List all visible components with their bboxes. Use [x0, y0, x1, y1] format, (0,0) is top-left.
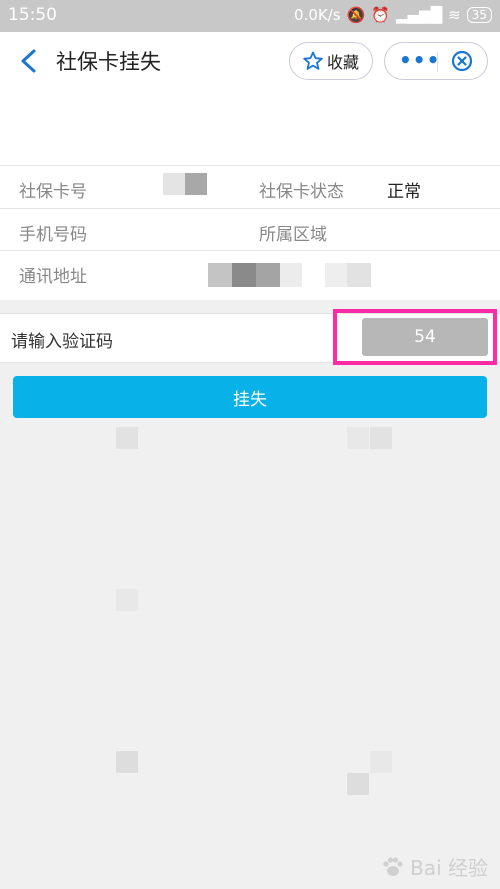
highlight-box: [333, 309, 497, 365]
card-status-value: 正常: [387, 182, 421, 202]
masked-block: [370, 751, 392, 773]
phone-label: 手机号码: [19, 225, 87, 245]
favorite-label: 收藏: [326, 53, 359, 72]
net-speed: 0.0K/s: [294, 6, 341, 24]
address-label: 通讯地址: [19, 267, 87, 287]
verification-input[interactable]: 请输入验证码: [11, 327, 113, 352]
status-indicators: 0.0K/s 🔕 ⏰ ▂▄▆█ ≋ 35: [294, 6, 492, 24]
masked-value: [325, 263, 347, 287]
signal-icon: ▂▄▆█: [395, 6, 443, 24]
masked-block: [370, 427, 392, 449]
info-row: 手机号码 所属区域: [0, 208, 500, 251]
mini-program-capsule: •••: [384, 42, 488, 80]
card-number-label: 社保卡号: [19, 182, 87, 202]
masked-value: [347, 263, 371, 287]
masked-value: [185, 173, 207, 195]
banner-area: [0, 90, 500, 165]
battery-icon: 35: [466, 7, 492, 23]
mute-icon: 🔕: [346, 6, 366, 24]
more-dots-icon[interactable]: •••: [399, 50, 440, 70]
masked-value: [163, 173, 185, 195]
paw-icon: [383, 856, 403, 876]
masked-value: [256, 263, 280, 287]
star-icon: [303, 51, 323, 70]
masked-value: [232, 263, 256, 287]
wifi-icon: ≋: [448, 6, 461, 24]
capsule-divider: [437, 52, 438, 72]
masked-block: [116, 427, 138, 449]
header: 社保卡挂失 收藏 •••: [0, 32, 500, 90]
card-info-section: 社保卡号 社保卡状态 正常 手机号码 所属区域 通讯地址: [0, 165, 500, 300]
masked-block: [116, 751, 138, 773]
alarm-icon: ⏰: [371, 6, 390, 24]
masked-value: [208, 263, 232, 287]
status-bar: 15:50 0.0K/s 🔕 ⏰ ▂▄▆█ ≋ 35: [0, 0, 500, 32]
watermark-text: Bai 经验: [410, 856, 488, 880]
region-label: 所属区域: [259, 225, 327, 245]
report-loss-button[interactable]: 挂失: [13, 376, 487, 418]
card-status-label: 社保卡状态: [259, 182, 344, 202]
page-title: 社保卡挂失: [56, 50, 161, 74]
status-time: 15:50: [8, 5, 57, 25]
info-row: 通讯地址: [0, 250, 500, 300]
favorite-button[interactable]: 收藏: [289, 42, 373, 80]
masked-block: [347, 427, 369, 449]
masked-value: [280, 263, 302, 287]
info-row: 社保卡号 社保卡状态 正常: [0, 165, 500, 208]
close-circle-icon[interactable]: [451, 50, 473, 72]
masked-block: [116, 589, 138, 611]
masked-block: [347, 773, 369, 795]
watermark: Bai 经验: [380, 852, 488, 881]
back-arrow-icon[interactable]: [16, 46, 42, 76]
